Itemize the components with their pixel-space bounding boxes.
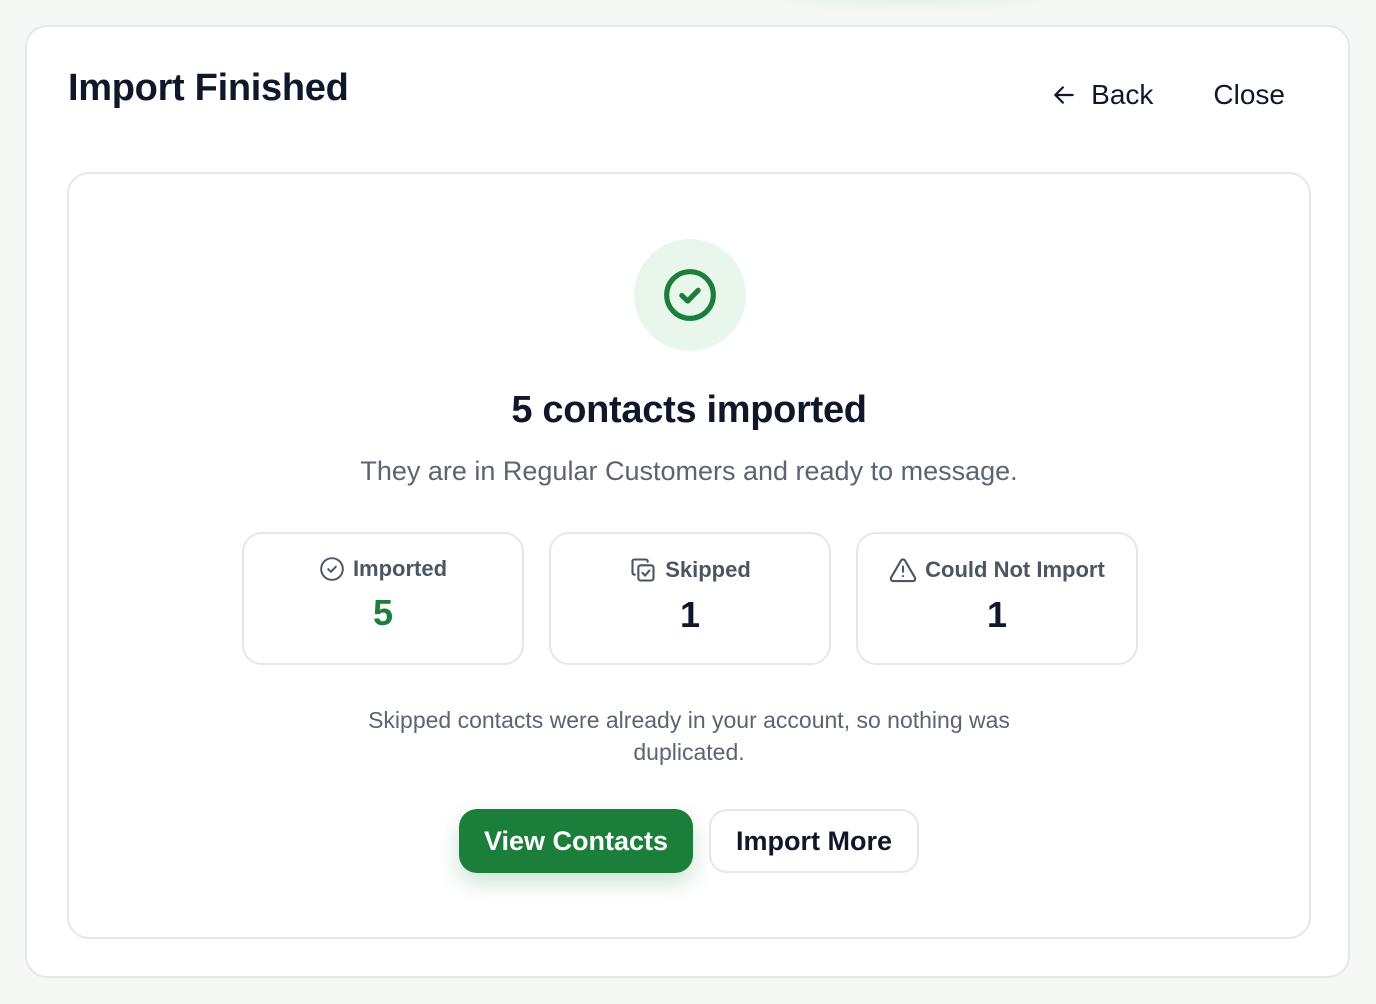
stat-label: Skipped [665,557,751,582]
back-button[interactable]: Back [1051,79,1153,111]
header-actions: Back Close [1051,79,1285,111]
stat-value: 1 [986,594,1008,635]
close-button[interactable]: Close [1213,79,1285,111]
view-contacts-button[interactable]: View Contacts [458,809,694,873]
check-circle-icon [664,269,716,321]
stat-label-row: Imported [319,556,447,582]
stat-could-not-import: Could Not Import 1 [856,532,1138,665]
back-button-label: Back [1091,79,1154,110]
result-headline: 5 contacts imported [511,389,867,431]
import-more-button[interactable]: Import More [709,809,920,873]
success-badge [634,239,746,351]
skipped-note: Skipped contacts were already in your ac… [368,707,1010,765]
stat-label-row: Skipped [629,556,751,584]
check-circle-icon [320,557,344,581]
stat-label: Imported [352,556,448,581]
arrow-left-icon [1054,86,1074,104]
warning-triangle-icon [889,558,917,583]
result-subtext: They are in Regular Customers and ready … [360,456,1018,486]
stat-label-row: Could Not Import [889,556,1105,584]
top-glow-decoration [780,0,1040,4]
stats-row: Imported 5 Skipped 1 Could Not Import 1 [242,532,1138,665]
actions-row: View Contacts Import More [69,809,1309,873]
stat-skipped: Skipped 1 [549,532,831,665]
import-finished-panel: Import Finished Back Close 5 contacts im… [25,25,1350,978]
copy-check-icon [631,558,655,582]
stat-imported: Imported 5 [242,532,524,665]
page-title: Import Finished [68,67,349,109]
import-result-card: 5 contacts imported They are in Regular … [67,172,1311,939]
close-button-label: Close [1213,79,1285,110]
stat-value: 5 [372,592,394,633]
stat-label: Could Not Import [925,557,1105,582]
stat-value: 1 [679,594,701,635]
